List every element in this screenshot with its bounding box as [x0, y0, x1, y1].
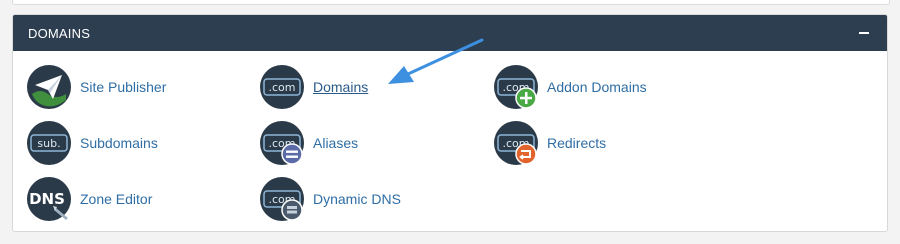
dotcom-plus-icon: .com	[493, 64, 539, 110]
item-label: Redirects	[547, 135, 607, 151]
item-label: Zone Editor	[80, 191, 153, 207]
dotcom-dns-icon: .com	[259, 176, 305, 222]
paper-plane-globe-icon	[26, 64, 72, 110]
aliases-link[interactable]: .com Aliases	[259, 120, 358, 166]
icon-text: .com	[269, 81, 296, 94]
dotcom-icon: .com	[259, 64, 305, 110]
item-label: Site Publisher	[80, 79, 167, 95]
item-label: Subdomains	[80, 135, 158, 151]
subdomains-link[interactable]: sub. Subdomains	[26, 120, 158, 166]
dotcom-redirect-icon: .com	[493, 120, 539, 166]
redirects-link[interactable]: .com Redirects	[493, 120, 606, 166]
item-label: Dynamic DNS	[313, 191, 401, 207]
panel-title: DOMAINS	[28, 25, 91, 41]
sub-icon: sub.	[26, 120, 72, 166]
domains-link[interactable]: .com Domains	[259, 64, 368, 110]
minus-icon[interactable]	[857, 26, 871, 40]
dynamic-dns-link[interactable]: .com Dynamic DNS	[259, 176, 401, 222]
panel-header[interactable]: DOMAINS	[13, 15, 887, 51]
addon-domains-link[interactable]: .com Addon Domains	[493, 64, 647, 110]
icon-text: sub.	[37, 137, 60, 150]
icon-text: DNS	[29, 190, 65, 208]
previous-panel-edge	[12, 0, 890, 5]
dns-icon: DNS	[26, 176, 72, 222]
dotcom-equals-icon: .com	[259, 120, 305, 166]
item-label: Addon Domains	[547, 79, 647, 95]
item-label: Aliases	[313, 135, 359, 151]
zone-editor-link[interactable]: DNS Zone Editor	[26, 176, 152, 222]
site-publisher-link[interactable]: Site Publisher	[26, 64, 166, 110]
domains-panel: DOMAINS Site Publisher .com Domains .com…	[12, 14, 888, 232]
item-label: Domains	[313, 79, 369, 95]
